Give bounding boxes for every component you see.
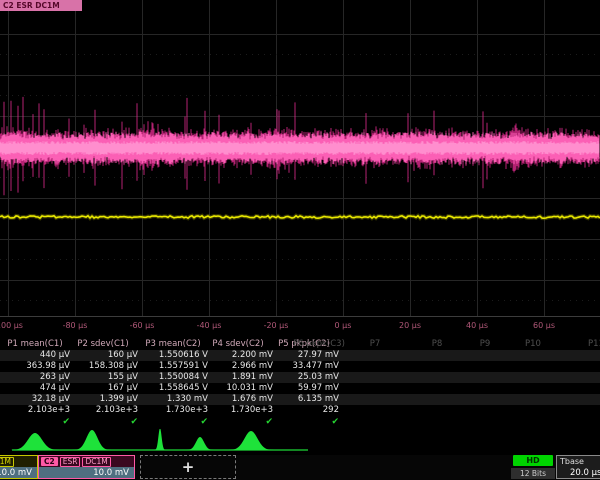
p5-value: 27.97 mV bbox=[269, 350, 339, 361]
p3-value: 1.550616 V bbox=[138, 350, 208, 361]
measurement-table: P1 mean(C1) P2 sdev(C1) P3 mean(C2) P4 s… bbox=[0, 338, 600, 430]
trace-path bbox=[0, 141, 599, 155]
p3-min: 1.550084 V bbox=[138, 372, 208, 383]
time-axis-label: 60 µs bbox=[519, 321, 569, 330]
p3-num: 1.730e+3 bbox=[138, 405, 208, 416]
measure-header-p6[interactable]: P6 pkpk(C3) bbox=[288, 339, 350, 350]
time-axis-label: 20 µs bbox=[385, 321, 435, 330]
p1-max: 474 µV bbox=[0, 383, 70, 394]
descriptor-bar: C1 DC1M 10.0 mV C2 ESR DC1M 10.0 mV + HD… bbox=[0, 455, 600, 480]
measure-header-p4[interactable]: P4 sdev(C2) bbox=[203, 339, 273, 350]
p5-num: 292 bbox=[269, 405, 339, 416]
p4-max: 10.031 mV bbox=[203, 383, 273, 394]
c2-coupling-chip: DC1M bbox=[82, 457, 110, 467]
measure-header-p3[interactable]: P3 mean(C2) bbox=[138, 339, 208, 350]
measure-header-p2[interactable]: P2 sdev(C1) bbox=[68, 339, 138, 350]
timebase-descriptor[interactable]: Tbase 20.0 µs/div bbox=[556, 455, 600, 479]
p5-sdev: 6.135 mV bbox=[269, 394, 339, 405]
plus-icon: + bbox=[182, 458, 195, 476]
histicon-strip bbox=[0, 429, 600, 455]
c2-vdiv-value: 10.0 mV bbox=[39, 467, 134, 479]
p1-num: 2.103e+3 bbox=[0, 405, 70, 416]
p2-max: 167 µV bbox=[68, 383, 138, 394]
c2-title-row: C2 ESR DC1M bbox=[39, 456, 134, 467]
c1-title-row: C1 DC1M bbox=[0, 456, 37, 467]
measure-row-value: 440 µV 160 µV 1.550616 V 2.200 mV 27.97 … bbox=[0, 350, 600, 361]
histicon-peak bbox=[152, 429, 169, 450]
trace-annotation-badge[interactable]: C2 ESR DC1M bbox=[0, 0, 82, 11]
measure-row-max: 474 µV 167 µV 1.558645 V 10.031 mV 59.97… bbox=[0, 383, 600, 394]
trace-layer bbox=[0, 97, 600, 218]
measure-header-p7[interactable]: P7 bbox=[350, 339, 400, 350]
p5-mean: 33.477 mV bbox=[269, 361, 339, 372]
time-axis-label: -20 µs bbox=[251, 321, 301, 330]
time-axis: -100 µs -80 µs -60 µs -40 µs -20 µs 0 µs… bbox=[0, 318, 600, 336]
p5-status-check-icon: ✔ bbox=[269, 417, 387, 428]
grid-minor-dots bbox=[0, 55, 600, 301]
histicon-peak bbox=[182, 437, 218, 450]
p3-max: 1.558645 V bbox=[138, 383, 208, 394]
c2-label-chip: C2 bbox=[41, 457, 58, 466]
add-trace-button[interactable]: + bbox=[140, 455, 236, 479]
hd-bits-label: 12 Bits bbox=[511, 468, 555, 479]
time-axis-label: 40 µs bbox=[452, 321, 502, 330]
channel-c1-descriptor[interactable]: C1 DC1M 10.0 mV bbox=[0, 455, 38, 479]
p5-max: 59.97 mV bbox=[269, 383, 339, 394]
measure-row-sdev: 32.18 µV 1.399 µV 1.330 mV 1.676 mV 6.13… bbox=[0, 394, 600, 405]
measure-header-p10[interactable]: P10 bbox=[508, 339, 558, 350]
p2-min: 155 µV bbox=[68, 372, 138, 383]
time-axis-label: -40 µs bbox=[184, 321, 234, 330]
graticule bbox=[0, 0, 600, 318]
histicon-chart bbox=[0, 429, 600, 455]
time-axis-label: 0 µs bbox=[318, 321, 368, 330]
channel-c2-descriptor[interactable]: C2 ESR DC1M 10.0 mV bbox=[38, 455, 135, 479]
p3-sdev: 1.330 mV bbox=[138, 394, 208, 405]
p4-value: 2.200 mV bbox=[203, 350, 273, 361]
p4-min: 1.891 mV bbox=[203, 372, 273, 383]
c1-vdiv-value: 10.0 mV bbox=[0, 467, 37, 479]
p4-sdev: 1.676 mV bbox=[203, 394, 273, 405]
measure-header-p9[interactable]: P9 bbox=[460, 339, 510, 350]
p2-value: 160 µV bbox=[68, 350, 138, 361]
measure-row-min: 263 µV 155 µV 1.550084 V 1.891 mV 25.03 … bbox=[0, 372, 600, 383]
c1-coupling-chip: DC1M bbox=[0, 457, 14, 467]
measure-header-p1[interactable]: P1 mean(C1) bbox=[0, 339, 70, 350]
time-axis-label: -80 µs bbox=[50, 321, 100, 330]
p4-num: 1.730e+3 bbox=[203, 405, 273, 416]
p2-sdev: 1.399 µV bbox=[68, 394, 138, 405]
p3-mean: 1.557591 V bbox=[138, 361, 208, 372]
p1-sdev: 32.18 µV bbox=[0, 394, 70, 405]
time-axis-label: -60 µs bbox=[117, 321, 167, 330]
p4-mean: 2.966 mV bbox=[203, 361, 273, 372]
measure-row-mean: 363.98 µV 158.308 µV 1.557591 V 2.966 mV… bbox=[0, 361, 600, 372]
time-axis-label: -100 µs bbox=[0, 321, 33, 330]
measure-header-p11[interactable]: P11 bbox=[588, 339, 600, 350]
measure-header-p8[interactable]: P8 bbox=[412, 339, 462, 350]
hd-mode-badge[interactable]: HD bbox=[513, 455, 553, 466]
p5-min: 25.03 mV bbox=[269, 372, 339, 383]
measure-row-num: 2.103e+3 2.103e+3 1.730e+3 1.730e+3 292 bbox=[0, 405, 600, 416]
oscilloscope-screen: C2 ESR DC1M -100 µs -80 µs -60 µs -40 µs… bbox=[0, 0, 600, 480]
timebase-value: 20.0 µs/div bbox=[557, 467, 600, 479]
histicon-peak bbox=[68, 430, 116, 450]
p2-num: 2.103e+3 bbox=[68, 405, 138, 416]
waveform-grid: C2 ESR DC1M bbox=[0, 0, 600, 318]
p1-min: 263 µV bbox=[0, 372, 70, 383]
timebase-label: Tbase bbox=[557, 456, 600, 467]
histicon-peak bbox=[223, 431, 279, 450]
c2-esr-chip: ESR bbox=[60, 457, 81, 467]
p1-value: 440 µV bbox=[0, 350, 70, 361]
measure-row-status: ✔ ✔ ✔ ✔ ✔ bbox=[0, 417, 600, 428]
p1-mean: 363.98 µV bbox=[0, 361, 70, 372]
p2-mean: 158.308 µV bbox=[68, 361, 138, 372]
histicon-peak bbox=[5, 433, 65, 450]
measure-header-row: P1 mean(C1) P2 sdev(C1) P3 mean(C2) P4 s… bbox=[0, 339, 600, 350]
